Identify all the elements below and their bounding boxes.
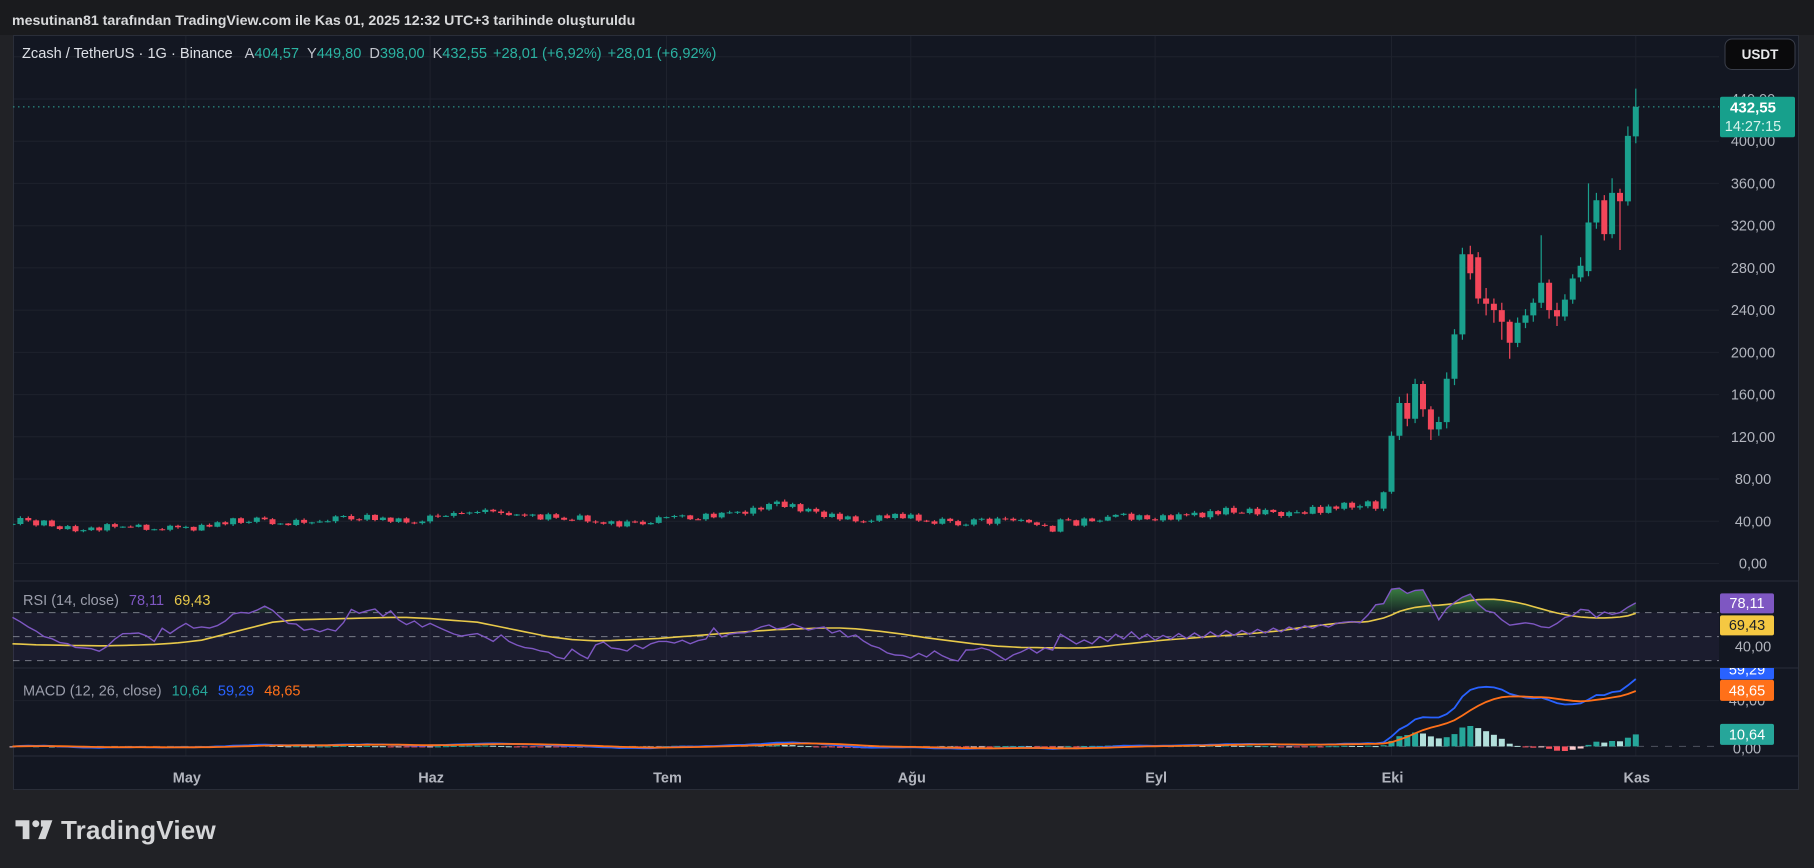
svg-text:360,00: 360,00 (1731, 176, 1775, 192)
svg-text:120,00: 120,00 (1731, 430, 1775, 446)
svg-text:Kas: Kas (1623, 771, 1650, 787)
svg-text:40,00: 40,00 (1735, 514, 1771, 530)
svg-text:Ağu: Ağu (898, 771, 926, 787)
svg-text:RSI (14, close)78,1169,43: RSI (14, close) 78,11 69,43 (23, 593, 210, 609)
svg-text:80,00: 80,00 (1735, 472, 1771, 488)
svg-text:48,65: 48,65 (1729, 683, 1765, 699)
svg-text:200,00: 200,00 (1731, 345, 1775, 361)
svg-text:69,43: 69,43 (1729, 618, 1765, 634)
svg-text:TradingView: TradingView (61, 815, 216, 845)
svg-text:May: May (173, 771, 201, 787)
svg-text:78,11: 78,11 (1729, 596, 1764, 612)
svg-text:280,00: 280,00 (1731, 261, 1775, 277)
svg-text:Tem: Tem (653, 771, 682, 787)
svg-text:160,00: 160,00 (1731, 388, 1775, 404)
svg-text:Zcash / TetherUS · 1G · Binanc: Zcash / TetherUS · 1G · Binance A404,57 Y4… (22, 46, 716, 62)
svg-text:Haz: Haz (418, 771, 444, 787)
svg-text:mesutinan81 tarafından Trading: mesutinan81 tarafından TradingView.com i… (12, 13, 635, 29)
svg-text:USDT: USDT (1742, 47, 1780, 62)
svg-text:Eki: Eki (1382, 771, 1404, 787)
svg-text:40,00: 40,00 (1735, 640, 1771, 656)
svg-text:10,64: 10,64 (1729, 727, 1765, 743)
svg-text:240,00: 240,00 (1731, 303, 1775, 319)
svg-text:432,55: 432,55 (1730, 100, 1776, 117)
svg-text:0,00: 0,00 (1739, 557, 1767, 573)
svg-text:320,00: 320,00 (1731, 219, 1775, 235)
svg-text:14:27:15: 14:27:15 (1725, 119, 1781, 135)
svg-text:Eyl: Eyl (1145, 771, 1167, 787)
